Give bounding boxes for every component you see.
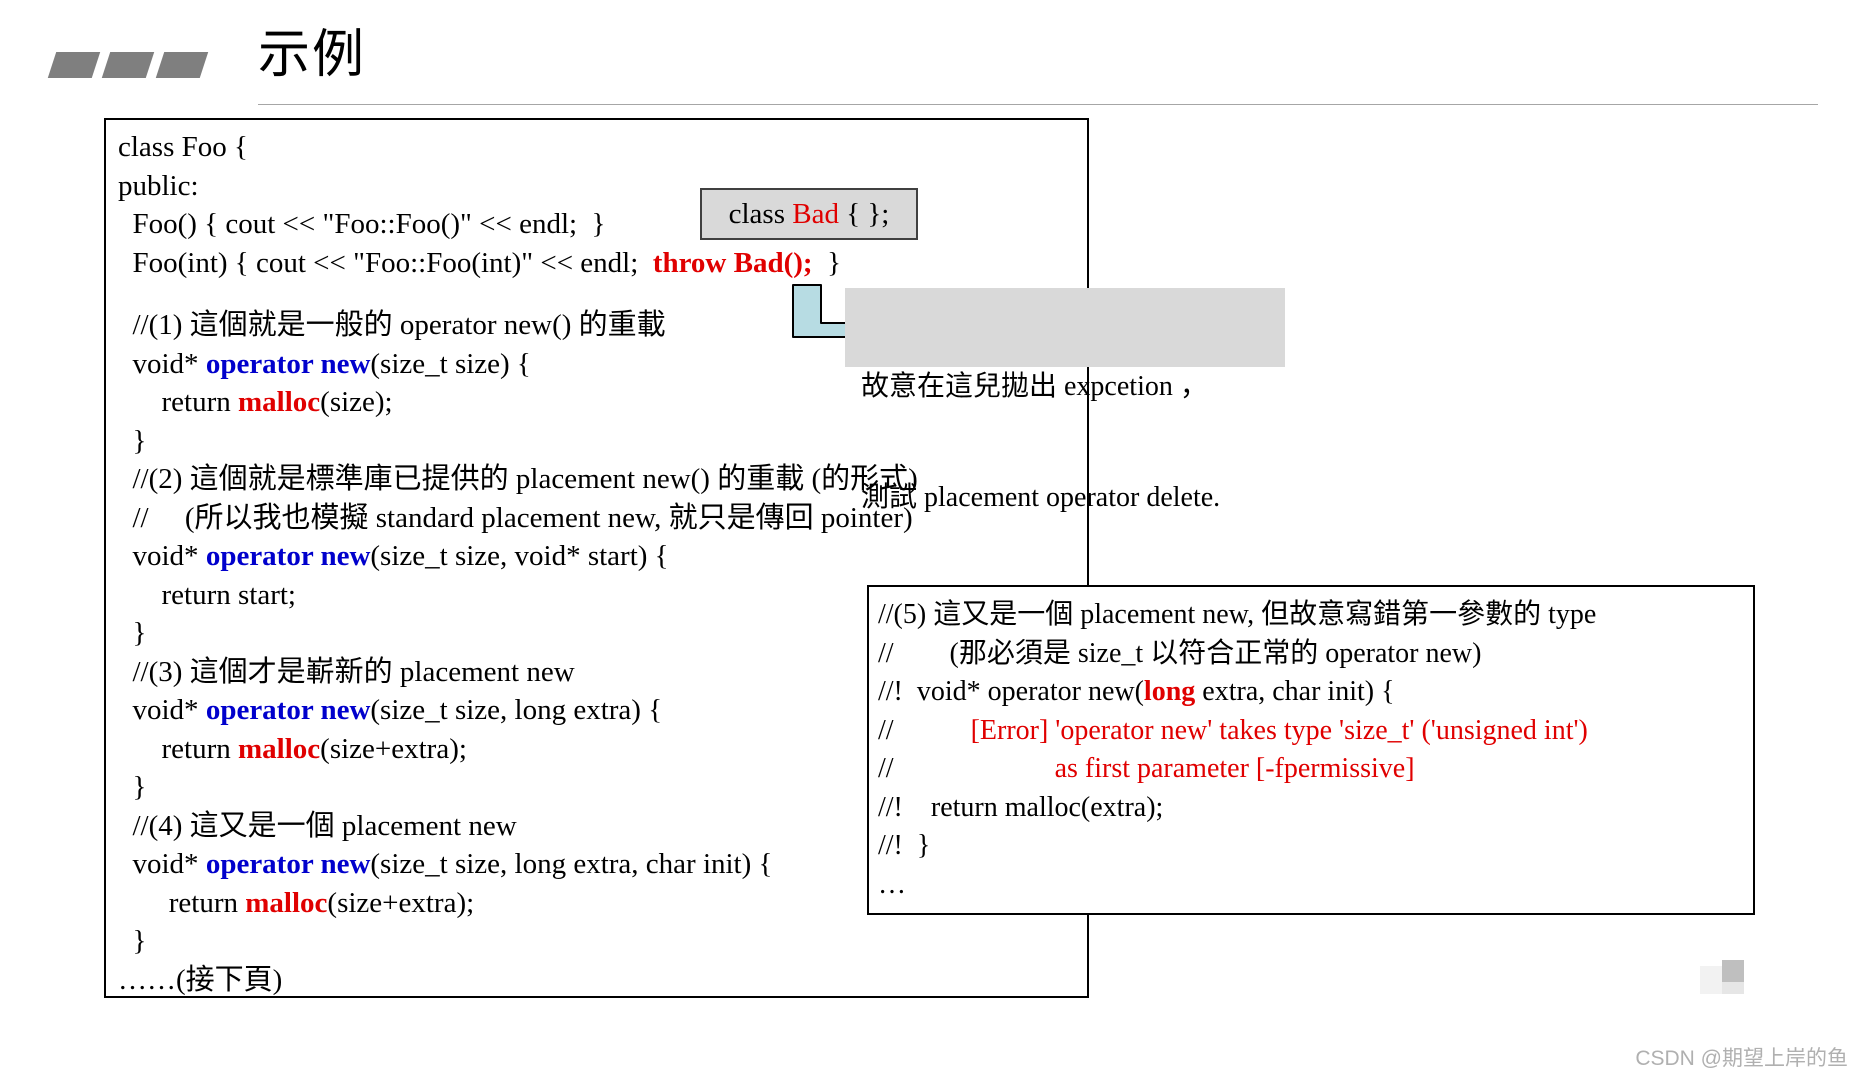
code-line: // [Error] 'operator new' takes type 'si… [878,712,1758,751]
code-segment-plain: (size_t size, long extra) { [370,694,663,726]
code-segment-error: as first parameter [-fpermissive] [893,753,1415,784]
class-bad-callout: class Bad { }; [700,188,918,240]
title-bullet-block-2 [101,52,155,78]
code-segment-plain: return [118,386,238,418]
code-segment-accent: throw Bad(); [652,246,813,279]
throw-note-line-1: 故意在這兒拋出 expcetion ， [861,371,1208,402]
code-segment-plain: return [118,732,238,765]
code-segment-accent: operator new [205,540,371,572]
note5-listing: //(5) 這又是一個 placement new, 但故意寫錯第一參數的 ty… [878,596,1758,904]
code-segment-accent: operator new [205,694,371,726]
code-segment-plain: Foo(int) { cout << "Foo::Foo(int)" << en… [118,246,653,279]
title-bullet-block-1 [47,52,101,78]
code-segment-plain: (size_t size) { [370,347,531,380]
throw-note-line-2: 測試 placement operator delete. [861,482,1221,513]
code-segment-accent: operator new [205,347,371,380]
watermark-text: CSDN @期望上岸的鱼 [1635,1047,1848,1070]
code-line: Foo() { cout << "Foo::Foo()" << endl; } [118,208,606,240]
title-divider [258,104,1818,105]
code-segment-accent: malloc [238,386,321,418]
code-line: public: [118,169,199,202]
code-line: } [118,925,147,957]
page-title: 示例 [258,27,367,84]
code-line: Foo(int) { cout << "Foo::Foo(int)" << en… [118,244,1078,283]
code-line: //! void* operator new(long extra, char … [878,673,1758,712]
code-segment-plain: (size+extra); [320,732,467,765]
code-line: class Foo { [118,131,248,163]
code-segment-plain: (size_t size, long extra, char init) { [370,848,773,880]
code-segment-plain: //! void* operator new( [878,676,1144,707]
title-bullet-block-3 [155,52,209,78]
code-line: //(5) 這又是一個 placement new, 但故意寫錯第一參數的 ty… [878,599,1597,630]
code-segment-plain: // [878,714,894,746]
corner-logo-icon [1700,960,1744,994]
code-segment-accent: malloc [245,886,328,919]
code-segment-plain: void* [118,540,206,572]
code-segment-plain: } [812,246,841,279]
slide-title-bar: 示例 [0,0,1874,112]
throw-note-callout: 故意在這兒拋出 expcetion ， 測試 placement operato… [845,288,1285,513]
class-bad-post: { }; [838,197,890,230]
code-line: … [878,868,906,900]
code-line: ……(接下頁) [118,963,283,996]
code-segment-plain: void* [118,694,206,726]
class-bad-pre: class [728,197,793,230]
code-segment-plain: extra, char init) { [1195,676,1395,707]
corner-logo-part-1 [1700,966,1722,994]
corner-logo-part-2 [1722,960,1744,982]
code-segment-accent: operator new [205,848,371,880]
code-segment-plain: (size); [320,386,393,418]
code-line: //! } [878,830,931,861]
code-segment-error: [Error] 'operator new' takes type 'size_… [893,714,1588,746]
code-segment-accent: long [1143,676,1196,707]
class-bad-accent: Bad [792,197,839,230]
code-segment-plain: void* [118,347,206,380]
title-bullet-blocks [47,52,209,78]
code-segment-accent: malloc [238,732,321,765]
code-line: // (那必須是 size_t 以符合正常的 operator new) [878,637,1482,669]
code-segment-plain: return [118,886,246,919]
code-segment-plain: void* [118,848,206,880]
corner-logo-part-3 [1722,982,1744,994]
code-segment-plain: // [878,753,894,784]
code-line: // as first parameter [-fpermissive] [878,750,1758,789]
code-segment-plain: (size_t size, void* start) { [370,540,669,572]
code-segment-plain: (size+extra); [327,886,475,919]
code-line: //! return malloc(extra); [878,791,1164,823]
